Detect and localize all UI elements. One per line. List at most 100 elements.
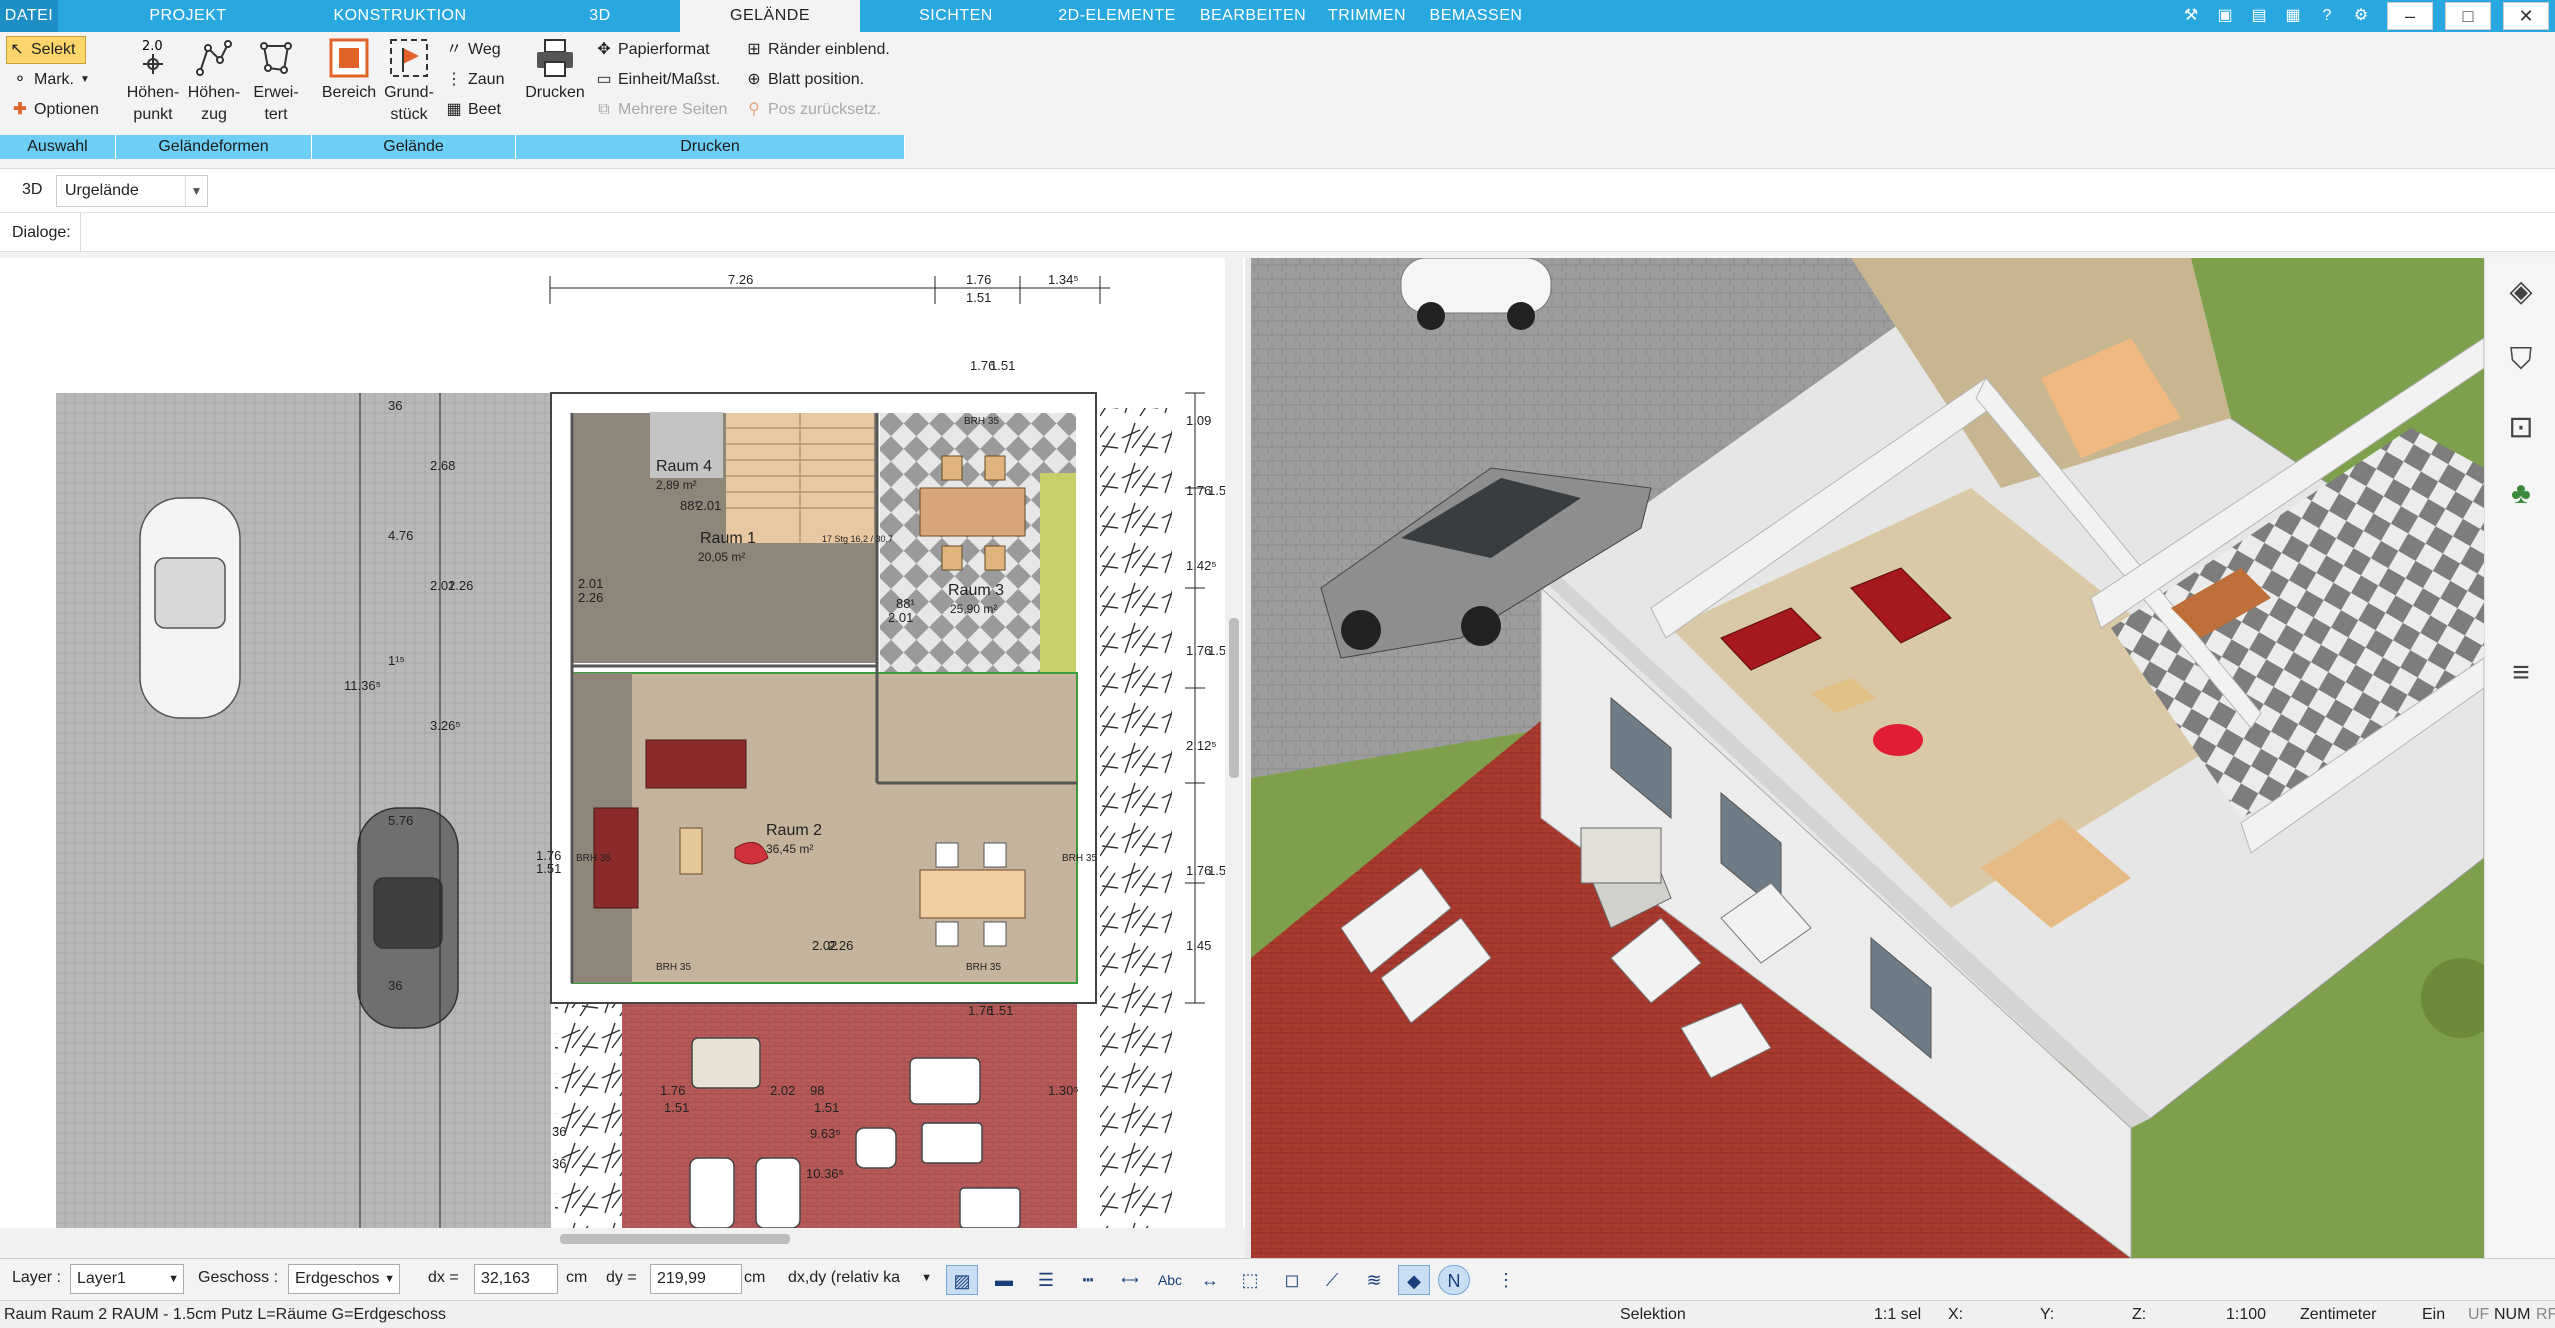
plane-icon[interactable]: ◆ <box>1398 1265 1430 1295</box>
plan-vertical-scrollbar[interactable] <box>1225 258 1243 1228</box>
brh-label: BRH 35 <box>964 416 1000 427</box>
folder-icon[interactable]: ▣ <box>2211 3 2239 29</box>
tab-bemassen[interactable]: BEMASSEN <box>1428 0 1524 32</box>
settings-icon[interactable]: ⚙ <box>2347 3 2375 29</box>
wall-icon[interactable]: ▬ <box>988 1265 1020 1295</box>
scroll-thumb[interactable] <box>560 1234 790 1244</box>
coordinate-mode-select[interactable]: dx,dy (relativ ka ▼ <box>782 1264 932 1294</box>
dialoge-row: Dialoge: <box>0 212 2555 252</box>
dim-label: 1.76 <box>660 1083 686 1098</box>
tab-bearbeiten[interactable]: BEARBEITEN <box>1198 0 1308 32</box>
papierformat-button[interactable]: ✥ Papierformat <box>594 36 734 64</box>
help-icon[interactable]: ? <box>2313 3 2341 29</box>
close-button[interactable]: ✕ <box>2503 2 2549 30</box>
dim-label: 1.30⁵ <box>1048 1083 1079 1098</box>
scroll-thumb[interactable] <box>1229 618 1239 778</box>
tab-trimmen[interactable]: TRIMMEN <box>1324 0 1410 32</box>
save-icon[interactable]: ▤ <box>2245 3 2273 29</box>
plan-horizontal-scrollbar[interactable] <box>0 1228 1245 1250</box>
group-drucken: Drucken <box>516 135 905 159</box>
path-icon: 〃 <box>445 41 462 58</box>
snap-icon[interactable]: ◻ <box>1276 1265 1308 1295</box>
view-selector-label: 3D <box>22 181 43 198</box>
layer-label: Layer : <box>12 1269 61 1286</box>
room-label: Raum 4 <box>656 458 713 475</box>
north-icon[interactable]: N <box>1438 1265 1470 1295</box>
dim-label: 9.63⁵ <box>810 1126 841 1141</box>
drucken-button[interactable]: Drucken <box>520 36 590 104</box>
mark-button[interactable]: ⚬ Mark. ▼ <box>10 66 100 94</box>
dimension-icon[interactable]: ⟷ <box>1114 1265 1146 1295</box>
tab-projekt[interactable]: PROJEKT <box>148 0 228 32</box>
status-bar: Raum Raum 2 RAUM - 1.5cm Putz L=Räume G=… <box>0 1300 2555 1328</box>
chevron-down-icon: ▼ <box>384 1273 395 1285</box>
layer-select[interactable]: Layer1 ▼ <box>70 1264 184 1294</box>
dy-input[interactable]: 219,99 <box>650 1264 742 1294</box>
dim-label: 1.45 <box>1186 938 1212 953</box>
dim-label: 1.51 <box>536 861 562 876</box>
dim-label: 3.26⁵ <box>430 718 461 733</box>
grundstueck-button[interactable]: Grund- stück <box>378 36 440 126</box>
dashed-line-icon[interactable]: ┅ <box>1072 1265 1104 1295</box>
measure-icon[interactable]: ↔ <box>1194 1265 1226 1295</box>
brh-label: BRH 35 <box>576 853 612 864</box>
tab-konstruktion[interactable]: KONSTRUKTION <box>330 0 470 32</box>
cursor-icon: ↖ <box>10 41 24 58</box>
geschoss-select[interactable]: Erdgeschos ▼ <box>288 1264 400 1294</box>
brh-label: BRH 35 <box>966 962 1002 973</box>
pages-icon: ⧉ <box>598 101 610 118</box>
stair-label: 17 Stg 16,2 / 30,7 <box>822 534 894 544</box>
dim-label: 2.02 <box>770 1083 796 1098</box>
status-scale: 1:100 <box>2226 1306 2267 1323</box>
tab-datei[interactable]: DATEI <box>0 0 58 32</box>
beet-button[interactable]: ▦ Beet <box>444 96 514 124</box>
area-icon <box>326 36 372 80</box>
selekt-button[interactable]: ↖ Selekt <box>6 36 86 64</box>
layers-icon[interactable]: ◈ <box>2501 272 2541 312</box>
raender-button[interactable]: ⊞ Ränder einblend. <box>744 36 904 64</box>
property-icon <box>386 36 432 80</box>
tab-gelaende[interactable]: GELÄNDE <box>680 0 860 32</box>
window-icon[interactable]: ▦ <box>2279 3 2307 29</box>
bereich-button[interactable]: Bereich <box>316 36 382 104</box>
dx-input[interactable]: 32,163 <box>474 1264 558 1294</box>
weg-button[interactable]: 〃 Weg <box>444 36 514 64</box>
tab-sichten[interactable]: SICHTEN <box>912 0 1000 32</box>
chair-icon[interactable]: ⛉ <box>2501 340 2541 380</box>
room-area: 20,05 m² <box>698 550 746 564</box>
3d-view[interactable] <box>1251 258 2484 1258</box>
optionen-button[interactable]: ✚ Optionen <box>10 96 110 124</box>
minimize-button[interactable]: – <box>2387 2 2433 30</box>
menu-icon[interactable]: ≡ <box>2501 653 2541 693</box>
thick-line-icon[interactable]: ☰ <box>1030 1265 1062 1295</box>
einheit-button[interactable]: ▭ Einheit/Maßst. <box>594 66 734 94</box>
maximize-button[interactable]: □ <box>2445 2 2491 30</box>
dim-label: 4.76 <box>388 528 414 543</box>
select-frame-icon[interactable]: ⬚ <box>1234 1265 1266 1295</box>
more-icon[interactable]: ⋮ <box>1490 1265 1522 1295</box>
room-area: 36,45 m² <box>766 842 814 856</box>
angle-icon[interactable]: ⟋ <box>1316 1265 1348 1295</box>
stack-icon[interactable]: ≋ <box>1358 1265 1390 1295</box>
blatt-position-button[interactable]: ⊕ Blatt position. <box>744 66 904 94</box>
tab-2d-elemente[interactable]: 2D-ELEMENTE <box>1054 0 1180 32</box>
mehrere-seiten-button[interactable]: ⧉ Mehrere Seiten <box>594 96 744 124</box>
tree-icon[interactable]: ♣ <box>2501 474 2541 514</box>
tab-3d[interactable]: 3D <box>578 0 622 32</box>
pos-zuruecksetzen-button[interactable]: ⚲ Pos zurücksetz. <box>744 96 904 124</box>
erweitert-button[interactable]: Erwei- tert <box>246 36 306 126</box>
text-icon[interactable]: Abc <box>1154 1265 1186 1295</box>
ruler-icon: ▭ <box>596 71 612 88</box>
dialoge-label: Dialoge: <box>12 224 71 241</box>
fullscreen-icon[interactable]: ⊡ <box>2501 408 2541 448</box>
terrain-select[interactable]: Urgelände ▼ <box>56 175 208 207</box>
zaun-button[interactable]: ⋮ Zaun <box>444 66 514 94</box>
hoehenpunkt-button[interactable]: 2.0 Höhen- punkt <box>120 36 186 126</box>
hatch-icon[interactable]: ▨ <box>946 1265 978 1295</box>
tools-icon[interactable]: ⚒ <box>2177 3 2205 29</box>
floor-plan-view[interactable]: 7.26 1.76 1.51 1.34⁵ 36 2.68 4.76 2.01 2… <box>0 258 1245 1228</box>
dim-label: 1.51 <box>664 1100 690 1115</box>
flowerbed-icon: ▦ <box>446 101 462 118</box>
status-selection: 1:1 sel <box>1874 1306 1922 1323</box>
hoehenzug-button[interactable]: Höhen- zug <box>184 36 244 126</box>
